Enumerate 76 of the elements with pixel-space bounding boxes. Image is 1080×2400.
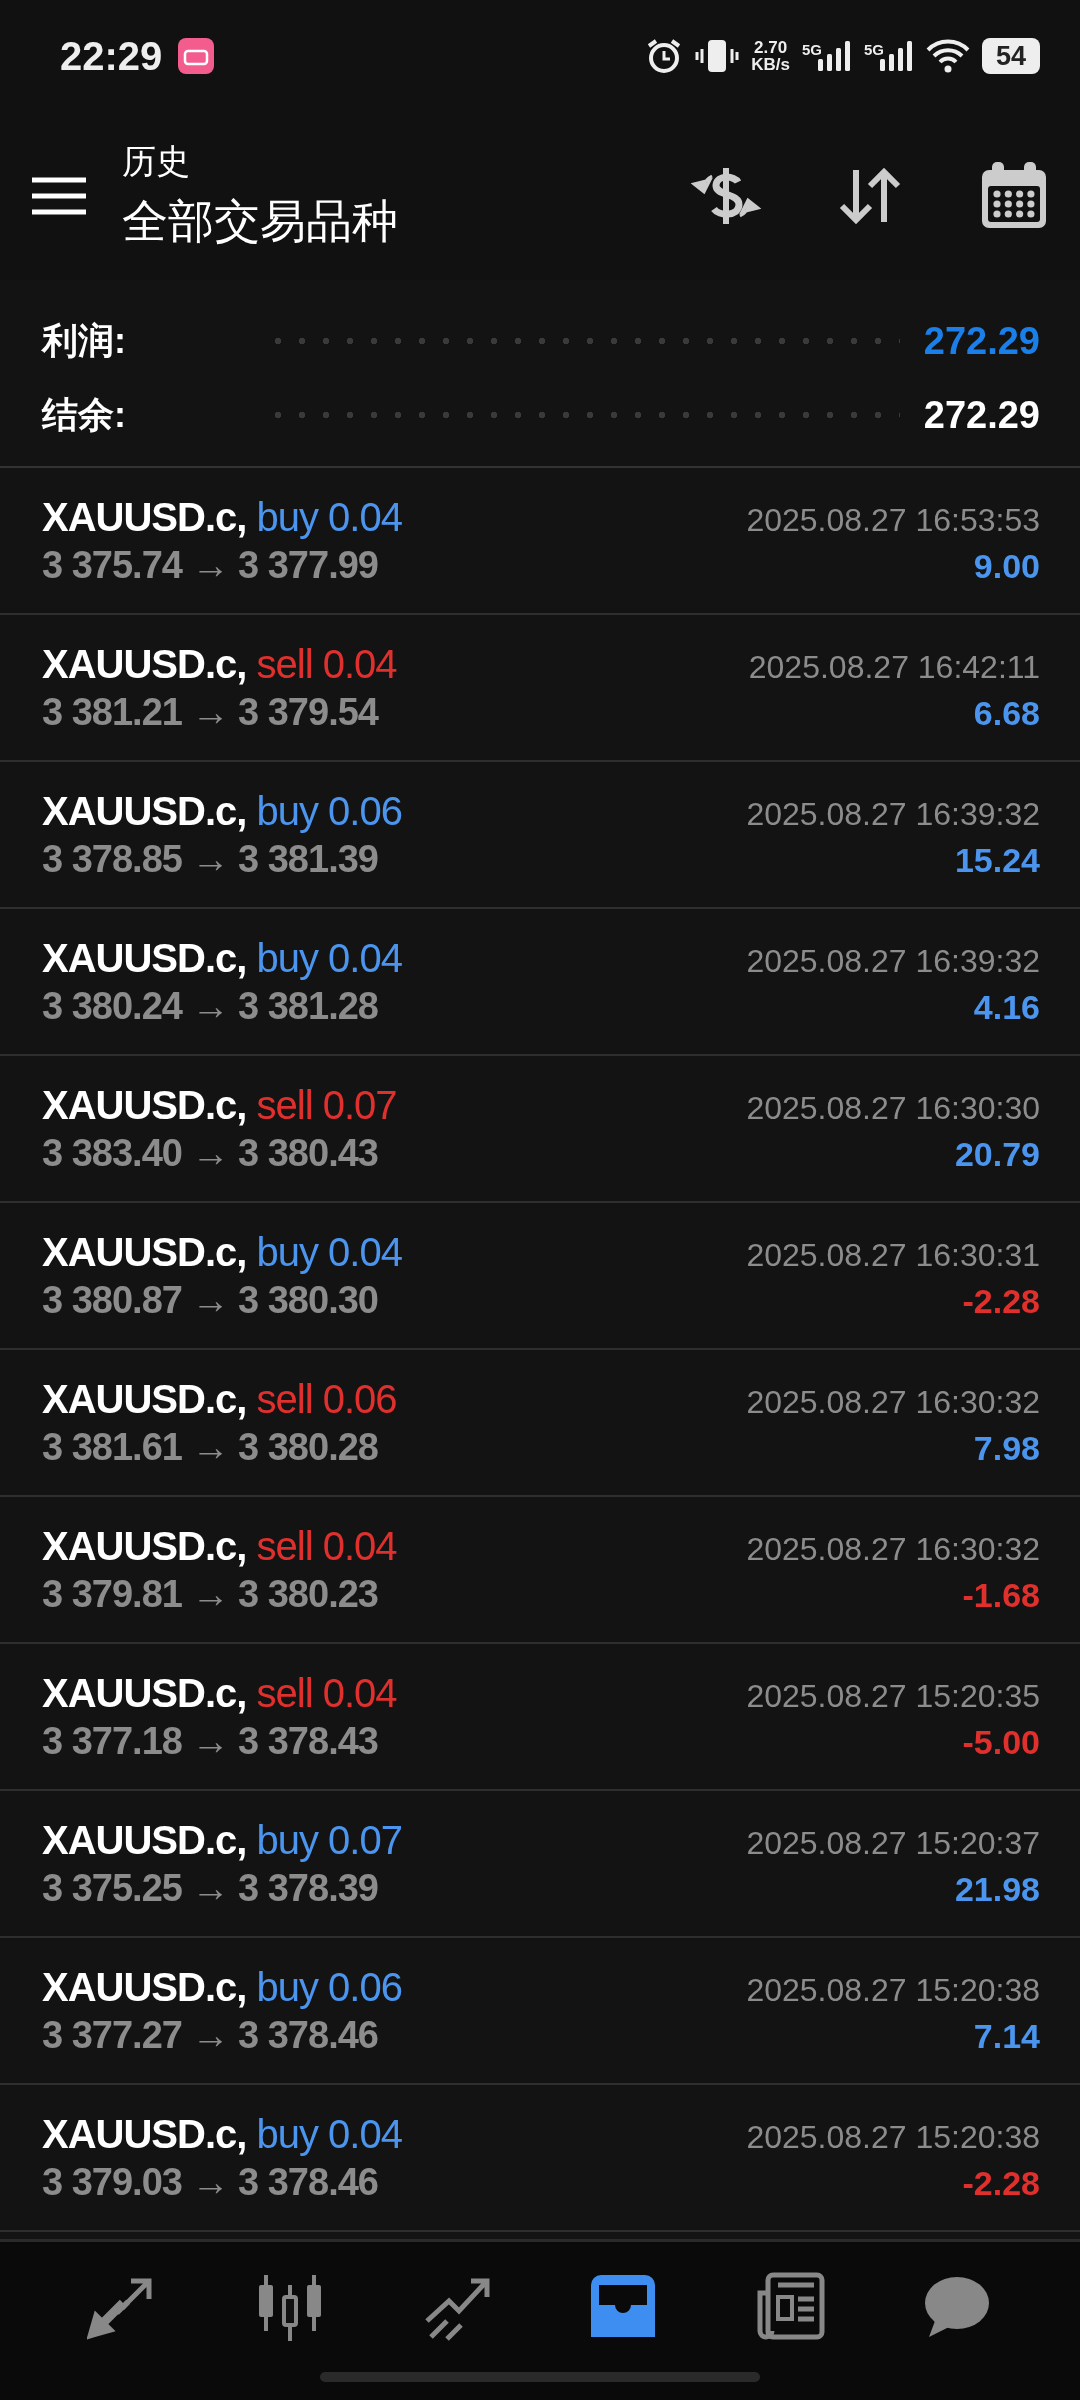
- summary-value: 272.29: [923, 319, 1040, 363]
- trade-row[interactable]: XAUUSD.c, sell 0.04 2025.08.27 15:20:35 3 377.18 → 3 378.43 -5.00: [0, 1644, 1080, 1791]
- price-range: 3 380.87 → 3 380.30: [42, 1278, 378, 1322]
- price-range: 3 375.74 → 3 377.99: [42, 543, 378, 587]
- trade-row[interactable]: XAUUSD.c, buy 0.06 2025.08.27 16:39:32 3 378.85 → 3 381.39 15.24: [0, 762, 1080, 909]
- battery-level: 54: [995, 40, 1026, 72]
- trade-row[interactable]: XAUUSD.c, sell 0.04 2025.08.27 16:30:32 3 379.81 → 3 380.23 -1.68: [0, 1497, 1080, 1644]
- deal-time: 2025.08.27 16:30:30: [746, 1089, 1040, 1127]
- profit-value: 15.24: [954, 840, 1040, 880]
- deal-time: 2025.08.27 16:39:32: [746, 795, 1040, 833]
- trade-row[interactable]: XAUUSD.c, sell 0.07 2025.08.27 16:30:30 3 383.40 → 3 380.43 20.79: [0, 1056, 1080, 1203]
- wifi-icon: [925, 38, 970, 74]
- deal-time: 2025.08.27 16:42:11: [748, 648, 1040, 686]
- profit-value: -1.68: [962, 1575, 1040, 1615]
- deal-time: 2025.08.27 15:20:38: [746, 2118, 1040, 2156]
- price-range: 3 377.27 → 3 378.46: [42, 2013, 378, 2057]
- deal-title: XAUUSD.c, buy 0.06: [42, 788, 402, 834]
- deal-title: XAUUSD.c, sell 0.04: [42, 1670, 397, 1716]
- deal-title: XAUUSD.c, sell 0.04: [42, 1523, 397, 1569]
- deal-title: XAUUSD.c, buy 0.07: [42, 1817, 402, 1863]
- deal-title: XAUUSD.c, buy 0.04: [42, 1229, 402, 1275]
- price-range: 3 380.24 → 3 381.28: [42, 984, 378, 1028]
- speed-value: 2.70: [754, 39, 788, 56]
- trade-row[interactable]: XAUUSD.c, buy 0.04 2025.08.27 16:30:31 3 380.87 → 3 380.30 -2.28: [0, 1203, 1080, 1350]
- screen-title: 全部交易品种: [122, 194, 399, 249]
- menu-icon[interactable]: [32, 177, 86, 215]
- trade-row[interactable]: XAUUSD.c, buy 0.04 2025.08.27 15:20:38 3 379.03 → 3 378.46 -2.28: [0, 2085, 1080, 2232]
- price-range: 3 381.21 → 3 379.54: [42, 690, 378, 734]
- price-range: 3 381.61 → 3 380.28: [42, 1425, 378, 1469]
- trade-row[interactable]: XAUUSD.c, buy 0.06 2025.08.27 15:20:38 3 377.27 → 3 378.46 7.14: [0, 1938, 1080, 2085]
- summary-label: 利润:: [42, 318, 127, 363]
- vibrate-icon: [695, 37, 740, 75]
- profit-value: -5.00: [962, 1722, 1040, 1762]
- app-icon: [178, 38, 215, 74]
- deal-time: 2025.08.27 15:20:35: [746, 1677, 1040, 1715]
- clock-time: 22:29: [60, 33, 163, 79]
- profit-value: 21.98: [954, 1869, 1040, 1909]
- screen-subtitle: 历史: [122, 141, 191, 182]
- deal-title: XAUUSD.c, buy 0.06: [42, 1964, 402, 2010]
- deal-time: 2025.08.27 15:20:38: [746, 1971, 1040, 2009]
- deal-title: XAUUSD.c, buy 0.04: [42, 494, 402, 540]
- price-range: 3 379.81 → 3 380.23: [42, 1572, 378, 1616]
- deal-title: XAUUSD.c, buy 0.04: [42, 2111, 402, 2157]
- speed-unit: KB/s: [751, 56, 790, 73]
- deal-title: XAUUSD.c, sell 0.06: [42, 1376, 397, 1422]
- summary-value: 272.29: [923, 393, 1040, 437]
- profit-value: -2.28: [962, 2163, 1040, 2203]
- deal-time: 2025.08.27 16:39:32: [746, 942, 1040, 980]
- deal-title: XAUUSD.c, sell 0.07: [42, 1082, 397, 1128]
- network-type: 5G: [801, 41, 822, 58]
- profit-value: 7.14: [973, 2016, 1040, 2056]
- trade-row[interactable]: XAUUSD.c, sell 0.06 2025.08.27 16:30:32 3 381.61 → 3 380.28 7.98: [0, 1350, 1080, 1497]
- price-range: 3 375.25 → 3 378.39: [42, 1866, 378, 1910]
- summary-label: 结余:: [42, 392, 127, 437]
- deal-time: 2025.08.27 16:30:32: [746, 1530, 1040, 1568]
- trade-row[interactable]: XAUUSD.c, buy 0.07 2025.08.27 15:20:37 3 375.25 → 3 378.39 21.98: [0, 1791, 1080, 1938]
- profit-value: 4.16: [973, 987, 1040, 1027]
- profit-value: 6.68: [973, 693, 1040, 733]
- deal-time: 2025.08.27 16:53:53: [746, 501, 1040, 539]
- price-range: 3 378.85 → 3 381.39: [42, 837, 378, 881]
- profit-value: 7.98: [973, 1428, 1040, 1468]
- deal-time: 2025.08.27 16:30:32: [746, 1383, 1040, 1421]
- price-range: 3 379.03 → 3 378.46: [42, 2160, 378, 2204]
- profit-value: 20.79: [954, 1134, 1040, 1174]
- trade-row[interactable]: XAUUSD.c, sell 0.04 2025.08.27 16:42:11 3 381.21 → 3 379.54 6.68: [0, 615, 1080, 762]
- profit-value: -2.28: [962, 1281, 1040, 1321]
- network-type: 5G: [863, 41, 884, 58]
- profit-value: 9.00: [973, 546, 1040, 586]
- deal-time: 2025.08.27 15:20:37: [746, 1824, 1040, 1862]
- price-range: 3 383.40 → 3 380.43: [42, 1131, 378, 1175]
- deal-title: XAUUSD.c, sell 0.04: [42, 641, 397, 687]
- deal-title: XAUUSD.c, buy 0.04: [42, 935, 402, 981]
- price-range: 3 377.18 → 3 378.43: [42, 1719, 378, 1763]
- deal-time: 2025.08.27 16:30:31: [746, 1236, 1040, 1274]
- trade-row[interactable]: XAUUSD.c, buy 0.04 2025.08.27 16:53:53 3 375.74 → 3 377.99 9.00: [0, 468, 1080, 615]
- trade-row[interactable]: XAUUSD.c, buy 0.04 2025.08.27 16:39:32 3 380.24 → 3 381.28 4.16: [0, 909, 1080, 1056]
